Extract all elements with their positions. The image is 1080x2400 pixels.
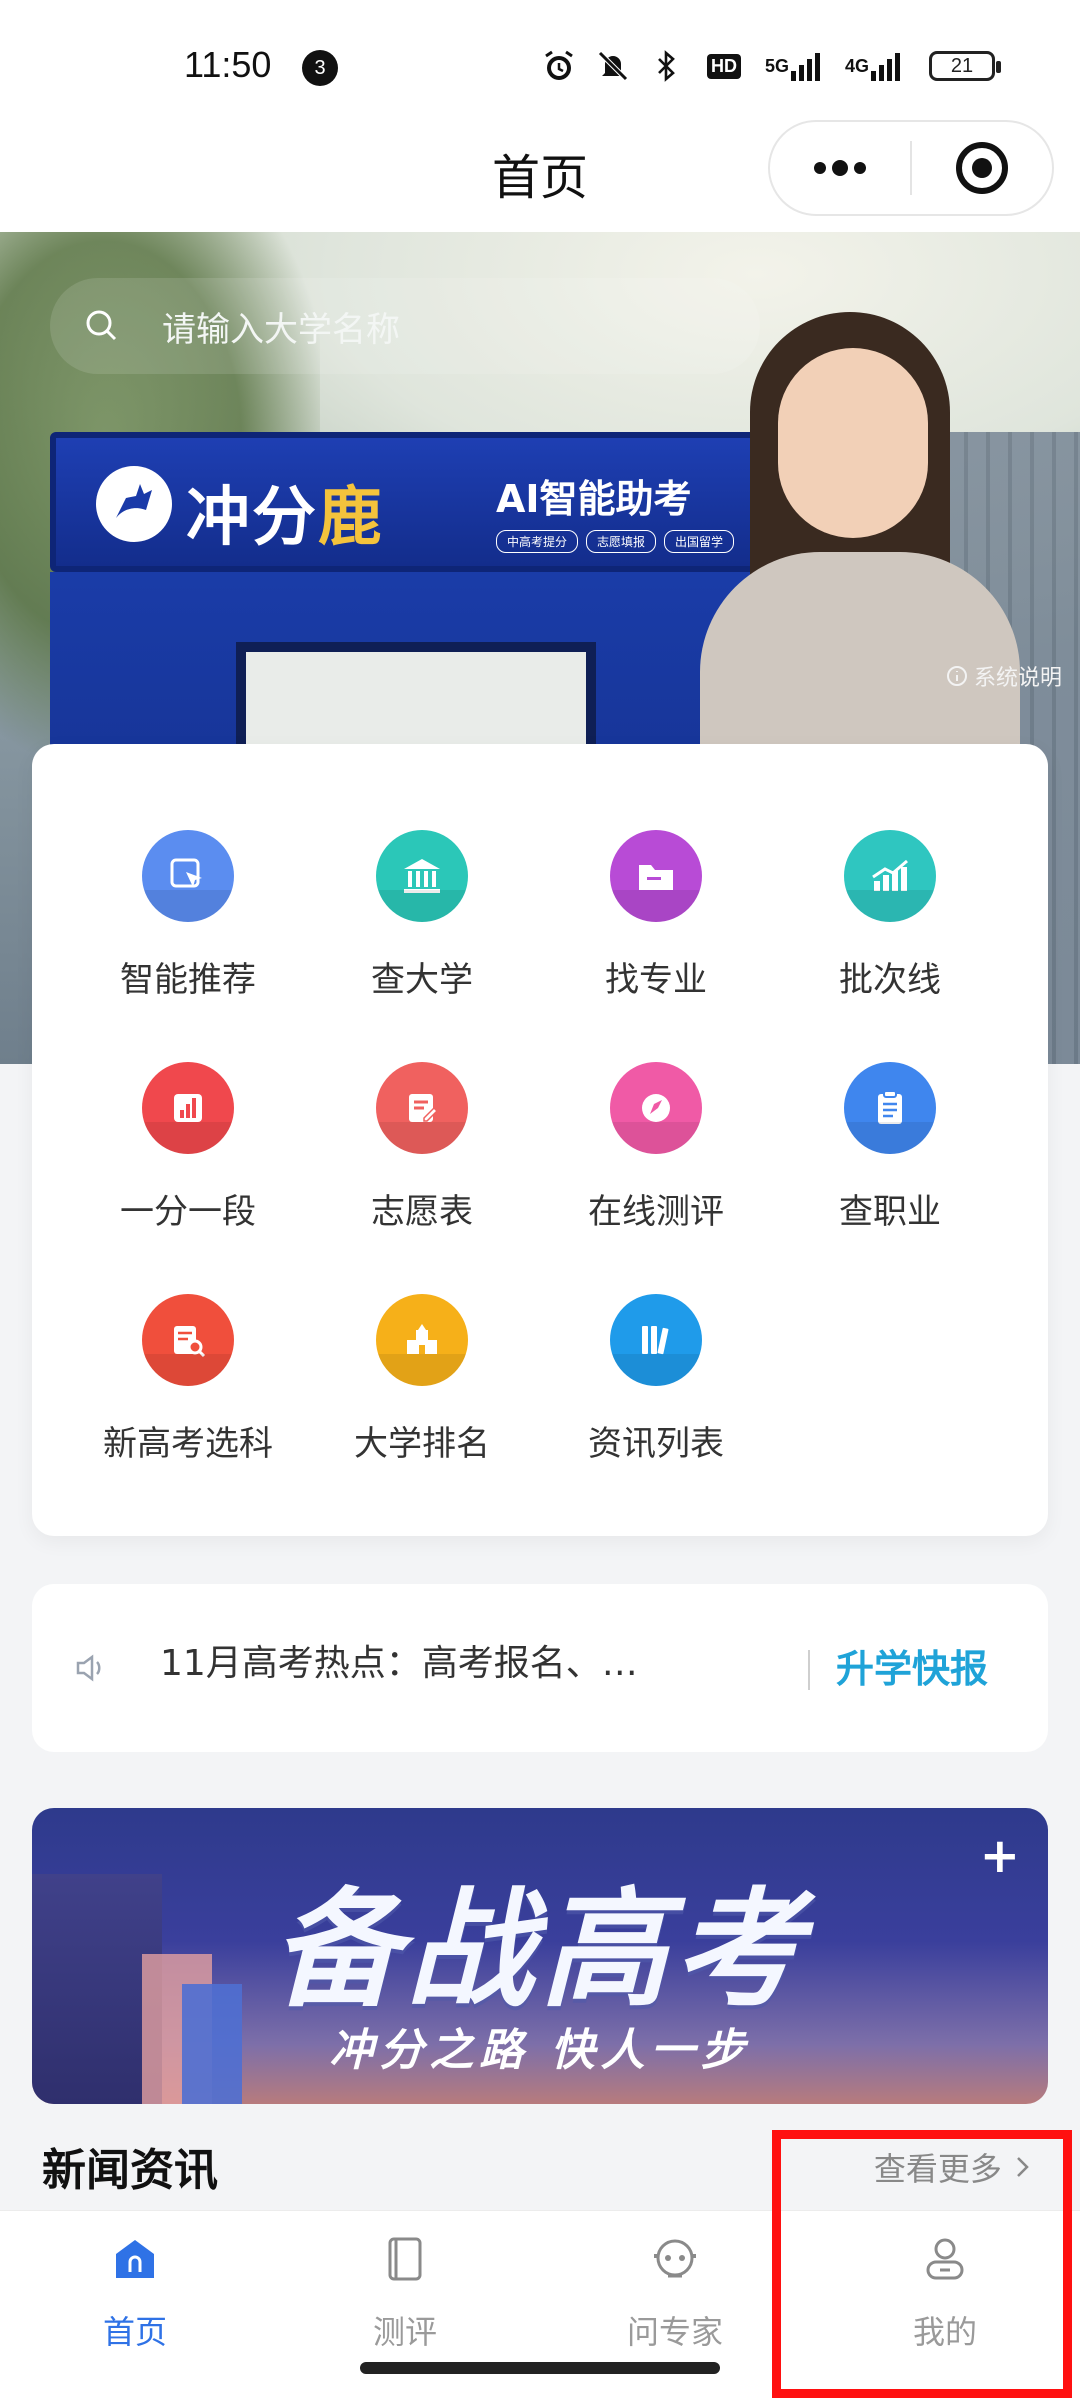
system-note-link[interactable]: 系统说明	[946, 660, 1062, 692]
announcement-divider	[808, 1650, 810, 1690]
close-button[interactable]	[912, 122, 1052, 214]
func-label: 一分一段	[120, 1192, 256, 1232]
function-grid-card: 智能推荐 查大学 找专业 批次线 一分一段 志愿表 在线测评 查职业 新高考选科…	[32, 744, 1048, 1536]
doc-search-icon	[142, 1294, 234, 1386]
folder-icon	[610, 830, 702, 922]
mini-program-capsule	[768, 120, 1054, 216]
tab-home[interactable]: 首页	[0, 2229, 270, 2369]
func-label: 在线测评	[588, 1192, 724, 1232]
mute-icon	[594, 47, 632, 85]
promo-title: 备战高考	[271, 1876, 808, 2025]
alarm-icon	[540, 47, 578, 85]
tab-ask-expert[interactable]: 问专家	[540, 2229, 810, 2369]
hd-icon: HD	[702, 47, 746, 85]
func-batch-line[interactable]: 批次线	[780, 830, 1000, 1010]
tab-label: 我的	[912, 2313, 977, 2351]
battery-level: 21	[929, 51, 1001, 81]
promo-subtitle: 冲分之路 快人一步	[329, 2025, 751, 2076]
chart-icon	[844, 830, 936, 922]
news-section-header: 新闻资讯 查看更多	[0, 2128, 1080, 2208]
clipboard-icon	[844, 1062, 936, 1154]
func-label: 查职业	[839, 1192, 941, 1232]
func-application-form[interactable]: 志愿表	[312, 1062, 532, 1242]
func-label: 查大学	[371, 960, 473, 1000]
tab-label: 问专家	[626, 2313, 723, 2351]
tab-assessment[interactable]: 测评	[270, 2229, 540, 2369]
sign-pill: 中高考提分	[496, 530, 579, 553]
view-more-label: 查看更多	[873, 2150, 1002, 2188]
func-label: 批次线	[839, 960, 941, 1000]
bluetooth-icon	[648, 47, 686, 85]
status-time: 11:50	[184, 44, 272, 85]
func-university-ranking[interactable]: 大学排名	[312, 1294, 532, 1474]
search-icon	[82, 306, 142, 346]
search-input[interactable]: 请输入大学名称	[50, 278, 760, 374]
books-icon	[610, 1294, 702, 1386]
func-subject-selection[interactable]: 新高考选科	[78, 1294, 298, 1474]
announcement-bar[interactable]: 11月高考热点：高考报名、… 升学快报	[32, 1584, 1048, 1752]
battery-icon: 21	[922, 47, 1002, 85]
more-dots-icon	[814, 160, 866, 176]
target-close-icon	[955, 142, 1008, 194]
home-indicator[interactable]	[360, 2362, 720, 2374]
tab-label: 测评	[372, 2313, 437, 2351]
home-icon	[105, 2229, 165, 2289]
func-label: 大学排名	[354, 1424, 490, 1464]
university-icon	[376, 830, 468, 922]
func-label: 新高考选科	[103, 1424, 273, 1464]
func-find-career[interactable]: 查职业	[780, 1062, 1000, 1242]
expert-icon	[645, 2229, 705, 2289]
search-placeholder: 请输入大学名称	[162, 309, 400, 350]
view-more-link[interactable]: 查看更多	[874, 2144, 1032, 2190]
func-label: 资讯列表	[588, 1424, 724, 1464]
brand-name: 冲分鹿	[186, 481, 384, 555]
tab-label: 首页	[102, 2313, 167, 2351]
notification-count-badge: 3	[302, 50, 338, 86]
func-label: 找专业	[605, 960, 707, 1000]
quick-news-label[interactable]: 升学快报	[836, 1638, 988, 1693]
user-icon	[915, 2229, 975, 2289]
plus-icon: +	[979, 1828, 1020, 1884]
announcement-text: 11月高考热点：高考报名、…	[160, 1643, 638, 1684]
person-face	[778, 348, 928, 538]
school-icon	[376, 1294, 468, 1386]
nav-bar: 首页	[0, 120, 1080, 232]
promo-banner[interactable]: 备战高考 冲分之路 快人一步 +	[32, 1808, 1048, 2104]
chevron-right-icon	[1012, 2150, 1032, 2188]
info-icon	[946, 666, 967, 686]
status-bar: 11:50 3 HD 5G 4G 21	[0, 0, 1080, 120]
func-find-major[interactable]: 找专业	[546, 830, 766, 1010]
ai-tag: AI智能助考	[496, 477, 692, 521]
tab-mine[interactable]: 我的	[810, 2229, 1080, 2369]
func-online-test[interactable]: 在线测评	[546, 1062, 766, 1242]
status-icons: HD 5G 4G 21	[540, 44, 1002, 88]
pen-icon	[610, 1062, 702, 1154]
speaker-icon	[72, 1650, 108, 1690]
func-score-rank[interactable]: 一分一段	[78, 1062, 298, 1242]
func-label: 智能推荐	[120, 960, 256, 1000]
func-find-university[interactable]: 查大学	[312, 830, 532, 1010]
deer-logo-icon	[96, 466, 172, 542]
form-icon	[376, 1062, 468, 1154]
system-note-label: 系统说明	[973, 666, 1062, 691]
sign-pill: 志愿填报	[586, 530, 657, 553]
store-sign: 冲分鹿 AI智能助考 中高考提分 志愿填报 出国留学	[50, 432, 770, 572]
func-smart-recommend[interactable]: 智能推荐	[78, 830, 298, 1010]
signal-4g-icon: 4G	[842, 47, 906, 85]
pointer-icon	[142, 830, 234, 922]
signal-5g-icon: 5G	[762, 47, 826, 85]
func-news-list[interactable]: 资讯列表	[546, 1294, 766, 1474]
bar-icon	[142, 1062, 234, 1154]
more-button[interactable]	[770, 122, 910, 214]
news-section-title: 新闻资讯	[42, 2145, 218, 2196]
func-label: 志愿表	[371, 1192, 473, 1232]
book-icon	[375, 2229, 435, 2289]
